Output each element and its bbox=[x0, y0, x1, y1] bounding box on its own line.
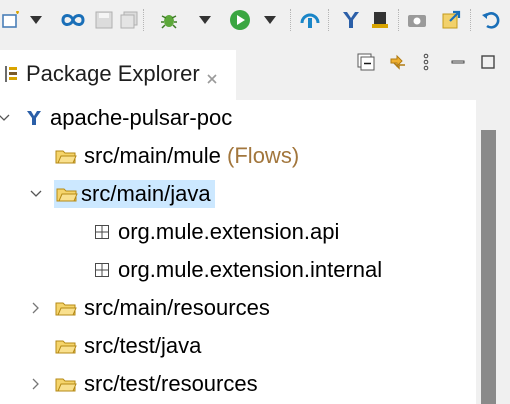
link-with-editor-icon[interactable] bbox=[386, 50, 410, 74]
package-explorer-tree: apache-pulsar-poc src/main/mule (Flows) … bbox=[0, 100, 476, 404]
package-explorer-tab[interactable]: Package Explorer bbox=[0, 50, 236, 100]
chevron-right-icon[interactable] bbox=[28, 374, 44, 394]
close-icon[interactable] bbox=[206, 72, 218, 90]
source-folder-icon bbox=[56, 182, 78, 210]
maximize-icon[interactable] bbox=[476, 50, 500, 74]
folder-decoration: (Flows) bbox=[227, 143, 300, 168]
package-explorer-icon bbox=[4, 65, 20, 88]
chevron-down-icon[interactable] bbox=[28, 184, 44, 204]
tree-item-src-main-java[interactable]: src/main/java bbox=[0, 176, 476, 212]
main-toolbar bbox=[0, 0, 510, 42]
tree-item-src-main-resources[interactable]: src/main/resources bbox=[0, 290, 476, 326]
builder-icon[interactable] bbox=[368, 6, 392, 34]
camera-icon[interactable] bbox=[405, 6, 429, 34]
toolbar-separator bbox=[328, 9, 329, 31]
scrollbar-thumb[interactable] bbox=[481, 130, 496, 404]
tree-item-label: src/main/java bbox=[54, 180, 215, 208]
folder-name: src/main/java bbox=[81, 181, 211, 206]
minimize-icon[interactable] bbox=[446, 50, 470, 74]
tree-item-label: src/test/resources bbox=[84, 371, 258, 396]
toolbar-separator bbox=[143, 9, 144, 31]
dropdown-arrow-icon[interactable] bbox=[262, 6, 278, 34]
mule-logo-icon[interactable] bbox=[338, 6, 364, 34]
source-folder-icon bbox=[55, 297, 77, 319]
tree-item-label: org.mule.extension.api bbox=[118, 219, 340, 244]
tree-item-label: src/main/mule (Flows) bbox=[82, 142, 301, 170]
mule-project-icon bbox=[23, 107, 45, 129]
dropdown-arrow-icon[interactable] bbox=[28, 6, 44, 34]
tree-item-src-main-mule[interactable]: src/main/mule (Flows) bbox=[0, 138, 476, 174]
vertical-scrollbar[interactable] bbox=[476, 100, 510, 404]
view-header: Package Explorer bbox=[0, 42, 510, 100]
chevron-right-icon[interactable] bbox=[28, 298, 44, 318]
source-folder-icon bbox=[55, 145, 77, 167]
view-menu-icon[interactable] bbox=[414, 50, 438, 74]
refresh-icon[interactable] bbox=[478, 6, 504, 34]
folder-name: src/main/mule bbox=[84, 143, 221, 168]
dropdown-arrow-icon[interactable] bbox=[197, 6, 213, 34]
tree-item-label: apache-pulsar-poc bbox=[50, 105, 233, 130]
toolbar-separator bbox=[290, 9, 291, 31]
tree-item-label: org.mule.extension.internal bbox=[118, 257, 383, 282]
source-folder-icon bbox=[55, 373, 77, 395]
mule-link-icon[interactable] bbox=[59, 6, 87, 34]
tree-item-package-api[interactable]: org.mule.extension.api bbox=[0, 214, 476, 250]
package-icon bbox=[91, 221, 113, 243]
debug-icon[interactable] bbox=[157, 6, 181, 34]
export-icon[interactable] bbox=[438, 6, 464, 34]
view-title: Package Explorer bbox=[26, 61, 200, 86]
tree-item-project[interactable]: apache-pulsar-poc bbox=[0, 100, 476, 136]
tree-item-src-test-resources[interactable]: src/test/resources bbox=[0, 366, 476, 402]
new-wizard-icon[interactable] bbox=[0, 6, 22, 34]
save-icon[interactable] bbox=[93, 6, 115, 34]
tree-item-src-test-java[interactable]: src/test/java bbox=[0, 328, 476, 364]
tree-item-label: src/main/resources bbox=[84, 295, 270, 320]
tree-item-label: src/test/java bbox=[84, 333, 202, 358]
publish-icon[interactable] bbox=[297, 6, 323, 34]
toolbar-separator bbox=[398, 9, 399, 31]
package-icon bbox=[91, 259, 113, 281]
tree-item-package-internal[interactable]: org.mule.extension.internal bbox=[0, 252, 476, 288]
source-folder-icon bbox=[55, 335, 77, 357]
run-icon[interactable] bbox=[227, 6, 253, 34]
collapse-all-icon[interactable] bbox=[354, 50, 378, 74]
chevron-down-icon[interactable] bbox=[0, 108, 12, 128]
save-all-icon[interactable] bbox=[118, 6, 140, 34]
toolbar-separator bbox=[470, 9, 471, 31]
